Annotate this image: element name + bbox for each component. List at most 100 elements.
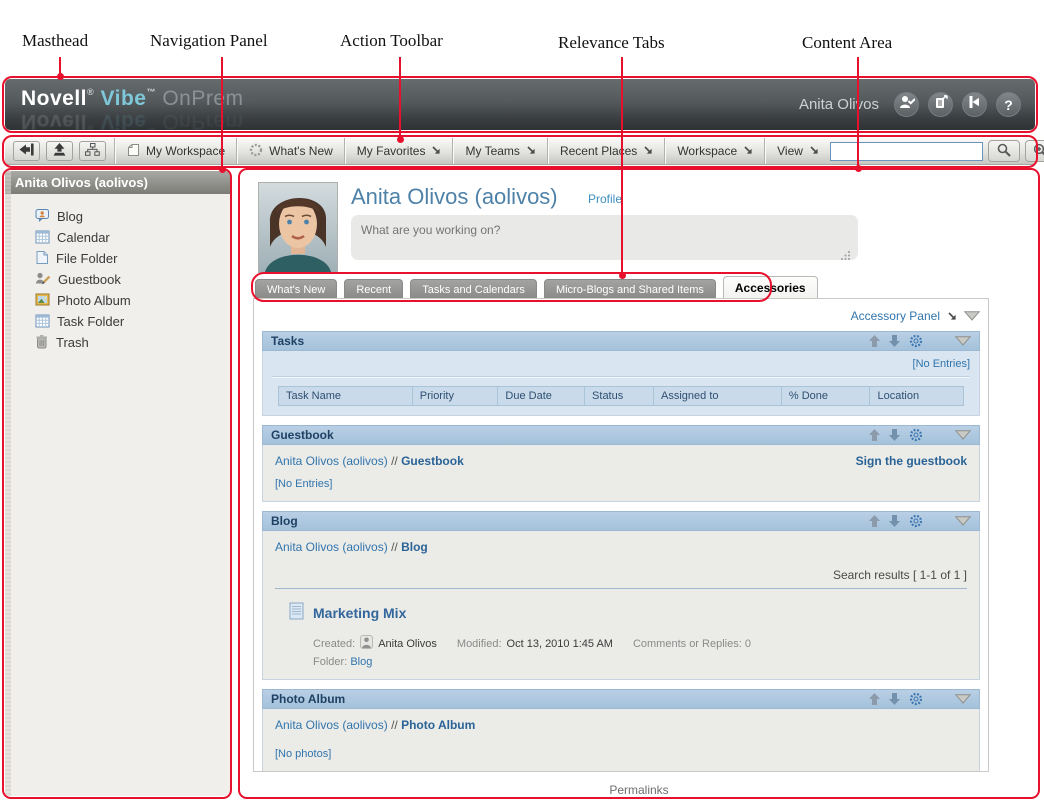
whats-new-gear-icon bbox=[249, 143, 263, 160]
breadcrumb-current-link[interactable]: Guestbook bbox=[401, 454, 464, 468]
breadcrumb-parent-link[interactable]: Anita Olivos (aolivos) bbox=[275, 718, 388, 732]
move-up-icon[interactable] bbox=[869, 693, 880, 705]
nav-item-calendar[interactable]: Calendar bbox=[35, 227, 230, 248]
callout-line-relevance-tabs bbox=[621, 57, 623, 276]
toolbar-my-workspace-label: My Workspace bbox=[146, 144, 225, 158]
guestbook-no-entries: [No Entries] bbox=[275, 478, 967, 490]
breadcrumb-parent-link[interactable]: Anita Olivos (aolivos) bbox=[275, 540, 388, 554]
workspace-tree-icon bbox=[85, 143, 100, 159]
column-assigned-to: Assigned to bbox=[654, 386, 782, 406]
callout-line-action-toolbar bbox=[399, 57, 401, 140]
settings-gear-icon[interactable] bbox=[909, 514, 923, 528]
help-button[interactable]: ? bbox=[996, 92, 1021, 117]
annotation-relevance-tabs: Relevance Tabs bbox=[558, 33, 665, 53]
logo-onprem: OnPrem bbox=[162, 87, 243, 110]
settings-gear-icon[interactable] bbox=[909, 428, 923, 442]
collapse-triangle-icon[interactable] bbox=[955, 336, 971, 346]
move-up-icon[interactable] bbox=[869, 429, 880, 441]
toolbar-my-teams[interactable]: My Teams bbox=[454, 138, 546, 164]
calendar-icon bbox=[35, 229, 50, 247]
toolbar-my-teams-label: My Teams bbox=[465, 144, 519, 158]
tab-accessories[interactable]: Accessories bbox=[723, 276, 818, 299]
annotation-navigation-panel: Navigation Panel bbox=[150, 31, 268, 51]
profile-link[interactable]: Profile bbox=[588, 192, 622, 206]
accessory-panel-menu-arrow-icon[interactable] bbox=[947, 311, 957, 321]
callout-line-navigation-panel bbox=[221, 57, 223, 170]
nav-item-trash[interactable]: Trash bbox=[35, 332, 230, 353]
logout-button[interactable] bbox=[962, 92, 987, 117]
user-check-icon bbox=[899, 95, 915, 114]
move-down-icon[interactable] bbox=[889, 335, 900, 347]
collapse-triangle-icon[interactable] bbox=[955, 694, 971, 704]
content-area: Anita Olivos (aolivos) Profile What's Ne… bbox=[241, 171, 1037, 796]
relevance-tabs: What's New Recent Tasks and Calendars Mi… bbox=[255, 277, 818, 299]
move-up-icon[interactable] bbox=[869, 335, 880, 347]
nav-item-guestbook[interactable]: Guestbook bbox=[35, 269, 230, 290]
nav-item-task-folder[interactable]: Task Folder bbox=[35, 311, 230, 332]
toolbar-view-menu[interactable]: View bbox=[766, 138, 830, 164]
tasks-no-entries: [No Entries] bbox=[272, 358, 970, 370]
settings-gear-icon[interactable] bbox=[909, 334, 923, 348]
masthead: Novell® Vibe™ OnPrem Novell® Vibe™ OnPre… bbox=[5, 79, 1035, 130]
permalinks-link[interactable]: Permalinks bbox=[241, 783, 1037, 797]
search-button[interactable] bbox=[988, 140, 1020, 162]
advanced-search-button[interactable] bbox=[1025, 140, 1044, 162]
guestbook-section: Guestbook Anita Olivos (aolivos) // bbox=[262, 425, 980, 502]
move-down-icon[interactable] bbox=[889, 515, 900, 527]
toolbar-recent-places[interactable]: Recent Places bbox=[549, 138, 664, 164]
back-button[interactable] bbox=[13, 141, 40, 161]
nav-item-label: File Folder bbox=[56, 251, 117, 266]
up-level-button[interactable] bbox=[46, 141, 73, 161]
column-due-date: Due Date bbox=[498, 386, 585, 406]
breadcrumb-parent-link[interactable]: Anita Olivos (aolivos) bbox=[275, 454, 388, 468]
tab-whats-new[interactable]: What's New bbox=[255, 279, 337, 299]
help-icon: ? bbox=[1004, 97, 1013, 113]
navigation-tree: Blog Calendar File Folder Guestbook Phot… bbox=[5, 194, 230, 353]
sign-guestbook-link[interactable]: Sign the guestbook bbox=[856, 454, 967, 468]
dropdown-arrow-icon bbox=[643, 144, 653, 158]
search-input[interactable] bbox=[830, 142, 983, 161]
logo-registered-mark: ® bbox=[87, 87, 94, 97]
blog-entry-title-link[interactable]: Marketing Mix bbox=[313, 605, 406, 621]
collapse-triangle-icon[interactable] bbox=[955, 516, 971, 526]
tab-recent[interactable]: Recent bbox=[344, 279, 403, 299]
workspace-tree-button[interactable] bbox=[79, 141, 106, 161]
nav-item-photo-album[interactable]: Photo Album bbox=[35, 290, 230, 311]
trash-icon bbox=[35, 334, 49, 352]
toolbar-view-label: View bbox=[777, 144, 803, 158]
collapse-triangle-icon[interactable] bbox=[955, 430, 971, 440]
move-down-icon[interactable] bbox=[889, 429, 900, 441]
blog-entry-comments: Comments or Replies: 0 bbox=[633, 638, 751, 650]
blog-entry-meta: Created: Anita Olivos Modified: Oct 13, … bbox=[313, 635, 967, 652]
toolbar-whats-new-label: What's New bbox=[269, 144, 333, 158]
move-up-icon[interactable] bbox=[869, 515, 880, 527]
blog-folder-link[interactable]: Blog bbox=[350, 656, 372, 668]
accessory-panel-collapse-icon[interactable] bbox=[964, 311, 980, 321]
move-down-icon[interactable] bbox=[889, 693, 900, 705]
toolbar-workspace-label: Workspace bbox=[677, 144, 737, 158]
toolbar-my-workspace[interactable]: My Workspace bbox=[116, 138, 236, 164]
toolbar-whats-new[interactable]: What's New bbox=[238, 138, 344, 164]
nav-item-label: Guestbook bbox=[58, 272, 121, 287]
nav-item-blog[interactable]: Blog bbox=[35, 206, 230, 227]
workspace-page-icon bbox=[127, 143, 140, 160]
nav-item-file-folder[interactable]: File Folder bbox=[35, 248, 230, 269]
photo-album-section: Photo Album Anita Olivos (aolivos) // Ph… bbox=[262, 689, 980, 772]
microblog-input[interactable] bbox=[351, 215, 858, 260]
toolbar-workspace-menu[interactable]: Workspace bbox=[666, 138, 764, 164]
breadcrumb-current-link[interactable]: Blog bbox=[401, 540, 428, 554]
settings-gear-icon[interactable] bbox=[909, 692, 923, 706]
accessory-panel-link[interactable]: Accessory Panel bbox=[851, 309, 940, 323]
nav-item-label: Blog bbox=[57, 209, 83, 224]
tab-tasks-and-calendars[interactable]: Tasks and Calendars bbox=[410, 279, 537, 299]
profile-avatar bbox=[258, 182, 338, 273]
tasks-section: Tasks [No Entries] Task Name Priority bbox=[262, 331, 980, 416]
user-profile-button[interactable] bbox=[894, 92, 919, 117]
resize-grip-icon[interactable] bbox=[841, 247, 851, 265]
personal-preferences-icon bbox=[934, 95, 948, 114]
breadcrumb-current-link[interactable]: Photo Album bbox=[401, 718, 475, 732]
personal-preferences-button[interactable] bbox=[928, 92, 953, 117]
photo-album-icon bbox=[35, 292, 50, 310]
nav-item-label: Calendar bbox=[57, 230, 110, 245]
tab-micro-blogs-shared-items[interactable]: Micro-Blogs and Shared Items bbox=[544, 279, 716, 299]
